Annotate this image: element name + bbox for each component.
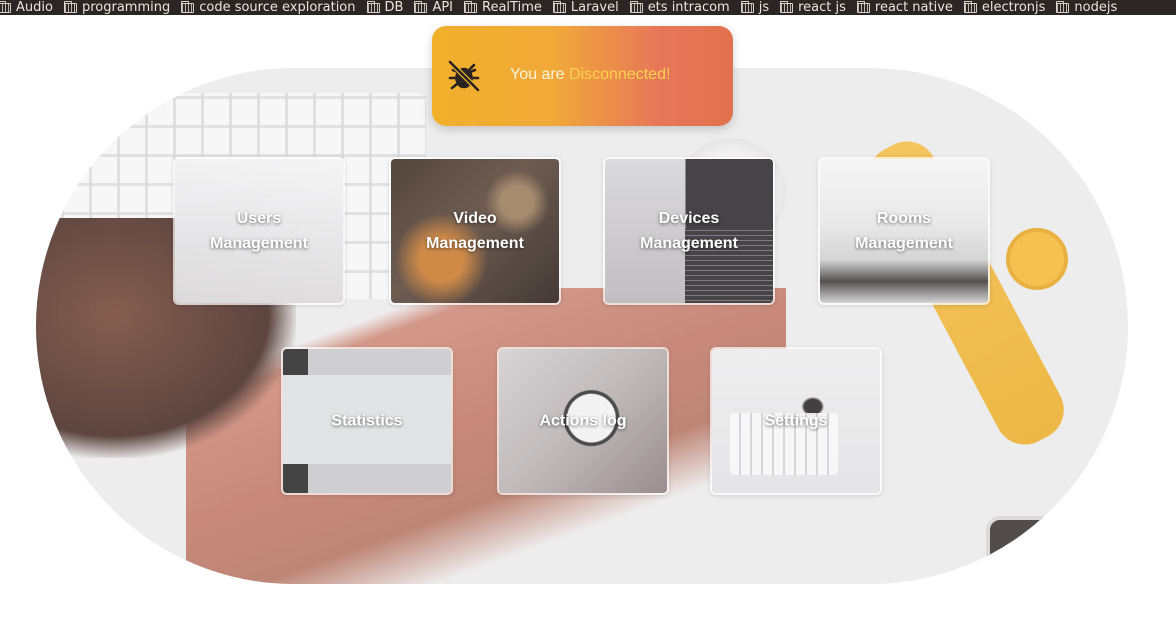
tile-rooms-management[interactable]: Rooms Management [818, 157, 990, 305]
bookmark-label: code source exploration [199, 0, 356, 15]
connection-status-value: Disconnected! [569, 66, 671, 83]
bookmark-electronjs[interactable]: electronjs [963, 0, 1046, 15]
folder-icon [366, 0, 380, 13]
bookmark-js[interactable]: js [740, 0, 770, 15]
folder-icon [740, 0, 754, 13]
folder-icon [63, 0, 77, 13]
connection-status-prefix: You are [510, 66, 570, 83]
tile-label: Users Management [210, 210, 308, 252]
bookmark-label: Audio [16, 0, 53, 15]
bookmark-laravel[interactable]: Laravel [552, 0, 619, 15]
bookmark-react-native[interactable]: react native [856, 0, 953, 15]
bookmark-label: react js [798, 0, 846, 15]
bookmark-audio[interactable]: Audio [0, 0, 53, 15]
folder-icon [414, 0, 428, 13]
bookmark-programming[interactable]: programming [63, 0, 171, 15]
tile-label: Devices Management [640, 210, 738, 252]
tile-label: Video Management [426, 210, 524, 252]
bookmark-label: RealTime [482, 0, 542, 15]
bookmark-label: DB [384, 0, 404, 15]
folder-icon [780, 0, 794, 13]
folder-icon [0, 0, 11, 13]
tile-statistics[interactable]: Statistics [281, 347, 453, 495]
folder-icon [963, 0, 977, 13]
folder-icon [629, 0, 643, 13]
bookmark-label: programming [81, 0, 171, 15]
bookmark-api[interactable]: API [414, 0, 453, 15]
bookmark-db[interactable]: DB [366, 0, 404, 15]
connection-status-toast: You are Disconnected! [432, 26, 733, 126]
bookmark-label: nodejs [1074, 0, 1118, 15]
folder-icon [464, 0, 478, 13]
folder-icon [552, 0, 566, 13]
folder-icon [181, 0, 195, 13]
bookmark-label: electronjs [981, 0, 1046, 15]
tile-users-management[interactable]: Users Management [173, 157, 345, 305]
bookmark-react-js[interactable]: react js [780, 0, 846, 15]
tile-actions-log[interactable]: Actions log [497, 347, 669, 495]
bookmark-label: react native [874, 0, 953, 15]
folder-icon [856, 0, 870, 13]
tile-video-management[interactable]: Video Management [389, 157, 561, 305]
connection-status-text: You are Disconnected! [510, 66, 670, 84]
tile-label: Actions log [539, 412, 627, 430]
tile-label: Settings [764, 412, 828, 430]
bookmarks-bar: Audio programming code source exploratio… [0, 0, 1176, 15]
hero-background [36, 68, 1128, 584]
tile-devices-management[interactable]: Devices Management [603, 157, 775, 305]
tile-label: Rooms Management [855, 210, 953, 252]
tile-label: Statistics [331, 412, 403, 430]
bookmark-code-source-exploration[interactable]: code source exploration [181, 0, 356, 15]
bookmark-ets-intracom[interactable]: ets intracom [629, 0, 730, 15]
folder-icon [1056, 0, 1070, 13]
bookmark-realtime[interactable]: RealTime [464, 0, 542, 15]
bookmark-label: Laravel [570, 0, 619, 15]
bug-off-icon [447, 59, 481, 93]
bookmark-label: js [758, 0, 770, 15]
hero-tint [36, 68, 1128, 584]
tile-settings[interactable]: Settings [710, 347, 882, 495]
bookmark-nodejs[interactable]: nodejs [1056, 0, 1117, 15]
bookmark-label: ets intracom [647, 0, 730, 15]
bookmark-label: API [432, 0, 454, 15]
